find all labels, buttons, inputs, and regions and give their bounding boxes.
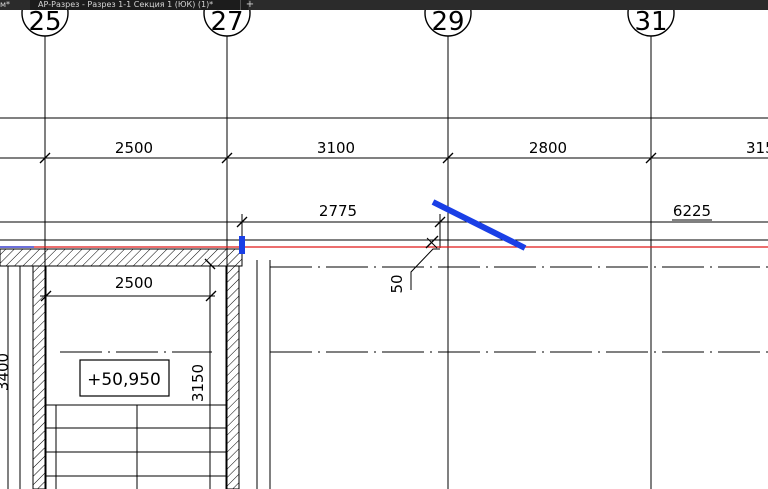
tab-previous-view[interactable]: м* bbox=[0, 0, 30, 10]
slab-hatch bbox=[0, 248, 243, 267]
left-wall-hatch bbox=[32, 265, 47, 489]
grid-bubbles: 25 27 29 31 bbox=[21, 10, 675, 37]
dimension-50-label: 50 bbox=[388, 274, 406, 293]
elevation-tag[interactable]: +50,950 bbox=[79, 359, 170, 397]
dimension-room-2500: 2500 bbox=[115, 274, 153, 292]
document-tab-bar: м* АР-Разрез - Разрез 1-1 Секция 1 (ЮК) … bbox=[0, 0, 768, 10]
tab-separator bbox=[240, 0, 241, 10]
drawing-canvas[interactable]: 25 27 29 31 2500 3100 2800 315 2775 6225 bbox=[0, 10, 768, 489]
dimension-6225: 6225 bbox=[673, 202, 711, 220]
grid-label-29: 29 bbox=[431, 10, 464, 37]
selected-element-highlight[interactable] bbox=[431, 199, 527, 251]
height-dimension-left[interactable]: 3400 bbox=[0, 353, 12, 391]
dimension-left-label: 3400 bbox=[0, 353, 12, 391]
grid-label-31: 31 bbox=[634, 10, 667, 37]
selected-grip-highlight[interactable] bbox=[239, 236, 245, 254]
tab-active-section-view[interactable]: АР-Разрез - Разрез 1-1 Секция 1 (ЮК) (1)… bbox=[30, 0, 248, 10]
dimension-2800: 2800 bbox=[529, 139, 567, 157]
dash-dot-lines bbox=[60, 266, 768, 353]
dimension-3100: 3100 bbox=[317, 139, 355, 157]
grid-spacing-dimension[interactable]: 2500 3100 2800 315 bbox=[0, 139, 768, 164]
offset-dimension-50[interactable]: 50 bbox=[388, 235, 440, 294]
opening-dimension[interactable]: 2775 6225 bbox=[0, 202, 768, 248]
right-wall-hatch bbox=[225, 265, 240, 489]
dimension-2500: 2500 bbox=[115, 139, 153, 157]
new-tab-plus-icon[interactable]: + bbox=[244, 0, 256, 10]
dimension-3150-label: 3150 bbox=[189, 364, 207, 402]
grid-label-27: 27 bbox=[210, 10, 243, 37]
stair-lines bbox=[46, 404, 226, 489]
grid-label-25: 25 bbox=[28, 10, 61, 37]
elevation-label: +50,950 bbox=[87, 370, 161, 390]
dimension-2775: 2775 bbox=[319, 202, 357, 220]
dimension-315-clipped: 315 bbox=[746, 139, 768, 157]
height-dimension-3150[interactable]: 3150 bbox=[189, 364, 207, 402]
